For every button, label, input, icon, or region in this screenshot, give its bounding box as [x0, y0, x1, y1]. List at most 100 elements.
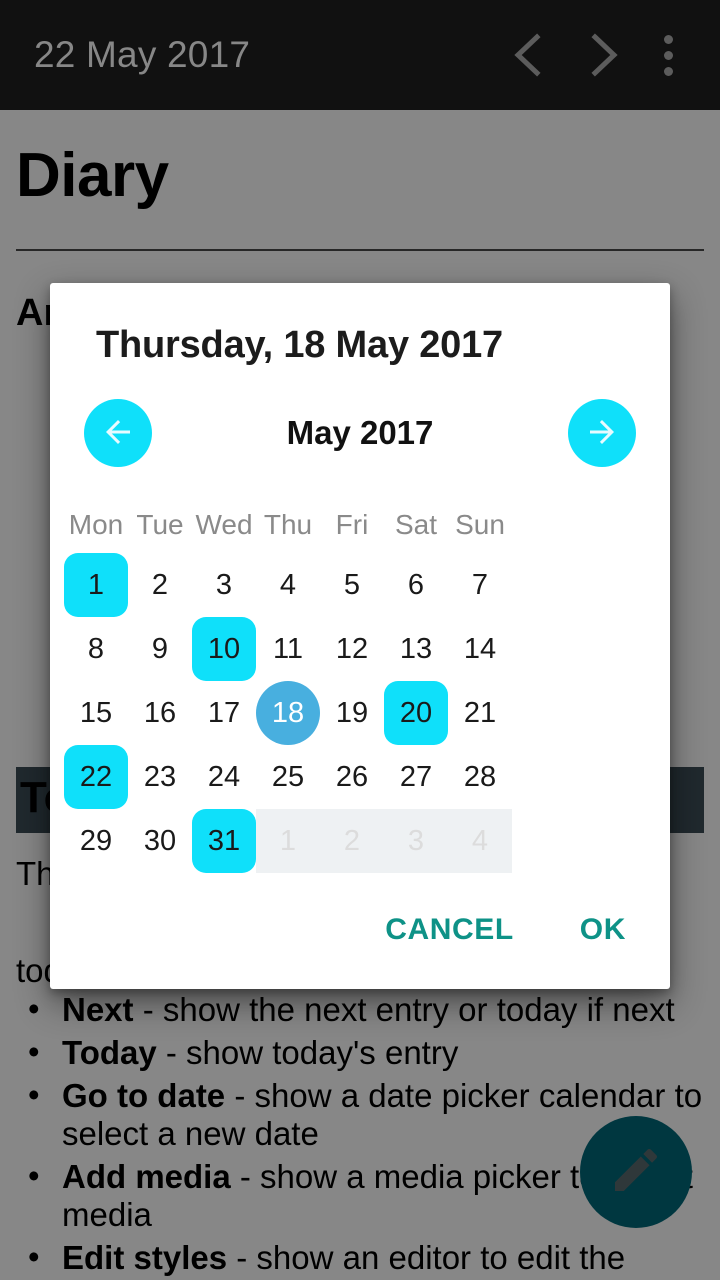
- day-cell[interactable]: 20: [384, 681, 448, 745]
- date-picker-title: Thursday, 18 May 2017: [96, 324, 503, 366]
- day-label: 27: [399, 760, 433, 793]
- day-cell[interactable]: 24: [192, 745, 256, 809]
- day-cell[interactable]: 10: [192, 617, 256, 681]
- day-label: 13: [399, 632, 433, 665]
- day-cell[interactable]: 12: [320, 617, 384, 681]
- day-label: 4: [279, 568, 297, 601]
- day-cell[interactable]: 25: [256, 745, 320, 809]
- day-cell[interactable]: 2: [320, 809, 384, 873]
- day-label: 11: [272, 632, 304, 665]
- day-label: 25: [271, 760, 305, 793]
- weekday-label: Tue: [136, 509, 184, 540]
- weekday-label: Thu: [263, 509, 313, 540]
- day-cell[interactable]: 18: [256, 681, 320, 745]
- day-cell[interactable]: 4: [256, 553, 320, 617]
- day-cell[interactable]: 13: [384, 617, 448, 681]
- day-cell[interactable]: 9: [128, 617, 192, 681]
- calendar-grid: Mon Tue Wed Thu Fri Sat Sun 1 2 3 4 5 6 …: [50, 497, 670, 873]
- current-month-label: May 2017: [286, 414, 434, 451]
- day-label: 12: [335, 632, 369, 665]
- calendar-week-row: 29 30 31 1 2 3 4: [64, 809, 656, 873]
- day-label: 10: [192, 617, 256, 681]
- day-cell[interactable]: 30: [128, 809, 192, 873]
- day-cell[interactable]: 2: [128, 553, 192, 617]
- cancel-button[interactable]: CANCEL: [381, 907, 518, 953]
- weekday-label: Sun: [455, 509, 505, 540]
- day-cell[interactable]: 17: [192, 681, 256, 745]
- ok-button[interactable]: OK: [576, 907, 630, 953]
- month-navigation-bar: May 2017: [50, 367, 670, 467]
- day-cell[interactable]: 6: [384, 553, 448, 617]
- day-label: 1: [64, 553, 128, 617]
- weekday-label: Fri: [335, 509, 369, 540]
- day-cell[interactable]: 23: [128, 745, 192, 809]
- day-cell[interactable]: 4: [448, 809, 512, 873]
- next-month-button[interactable]: [568, 399, 636, 467]
- day-cell[interactable]: 31: [192, 809, 256, 873]
- previous-month-button[interactable]: [84, 399, 152, 467]
- day-label: 26: [335, 760, 369, 793]
- day-cell[interactable]: 29: [64, 809, 128, 873]
- day-cell[interactable]: 8: [64, 617, 128, 681]
- more-vertical-icon: [663, 34, 673, 44]
- day-label: 22: [64, 745, 128, 809]
- day-label: 14: [463, 632, 497, 665]
- day-label: 19: [335, 696, 369, 729]
- day-label: 1: [279, 824, 297, 857]
- more-vertical-icon: [663, 66, 673, 76]
- day-label: 4: [471, 824, 489, 857]
- day-label: 24: [207, 760, 241, 793]
- day-label: 18: [256, 681, 320, 745]
- day-label: 5: [343, 568, 361, 601]
- day-cell[interactable]: 5: [320, 553, 384, 617]
- day-cell[interactable]: 28: [448, 745, 512, 809]
- more-vertical-icon: [663, 50, 673, 60]
- day-cell[interactable]: 27: [384, 745, 448, 809]
- day-label: 29: [79, 824, 113, 857]
- calendar-week-row: 8 9 10 11 12 13 14: [64, 617, 656, 681]
- arrow-left-icon: [100, 414, 136, 453]
- weekday-label: Wed: [195, 509, 253, 540]
- day-label: 20: [384, 681, 448, 745]
- day-cell[interactable]: 19: [320, 681, 384, 745]
- day-cell[interactable]: 7: [448, 553, 512, 617]
- day-cell[interactable]: 3: [384, 809, 448, 873]
- chevron-left-icon: [510, 32, 550, 78]
- day-label: 28: [463, 760, 497, 793]
- day-cell[interactable]: 21: [448, 681, 512, 745]
- overflow-menu-button[interactable]: [638, 19, 698, 91]
- arrow-right-icon: [584, 414, 620, 453]
- weekday-header-row: Mon Tue Wed Thu Fri Sat Sun: [64, 497, 656, 553]
- phone-screen: 22 May 2017 Diary An To Th • Next - show…: [0, 0, 720, 1280]
- day-label: 31: [192, 809, 256, 873]
- day-cell[interactable]: 1: [64, 553, 128, 617]
- day-label: 21: [463, 696, 497, 729]
- day-label: 6: [407, 568, 425, 601]
- day-cell[interactable]: 1: [256, 809, 320, 873]
- calendar-week-row: 15 16 17 18 19 20 21: [64, 681, 656, 745]
- day-cell[interactable]: 16: [128, 681, 192, 745]
- day-cell[interactable]: 11: [256, 617, 320, 681]
- weekday-label: Sat: [394, 509, 438, 540]
- day-cell[interactable]: 14: [448, 617, 512, 681]
- day-label: 9: [151, 632, 169, 665]
- day-label: 16: [143, 696, 177, 729]
- chevron-right-icon: [582, 32, 622, 78]
- app-bar-title: 22 May 2017: [34, 34, 251, 75]
- app-bar: 22 May 2017: [0, 0, 720, 110]
- day-label: 30: [143, 824, 177, 857]
- day-label: 8: [87, 632, 105, 665]
- next-entry-button[interactable]: [566, 19, 638, 91]
- dialog-actions: CANCEL OK: [50, 873, 670, 979]
- day-cell[interactable]: 3: [192, 553, 256, 617]
- day-cell[interactable]: 22: [64, 745, 128, 809]
- day-cell[interactable]: 15: [64, 681, 128, 745]
- day-label: 17: [207, 696, 241, 729]
- day-cell[interactable]: 26: [320, 745, 384, 809]
- day-label: 7: [471, 568, 489, 601]
- date-picker-dialog: Thursday, 18 May 2017 May 2017 Mon Tue W…: [50, 283, 670, 989]
- previous-entry-button[interactable]: [494, 19, 566, 91]
- weekday-label: Mon: [68, 509, 124, 540]
- day-label: 2: [343, 824, 361, 857]
- day-label: 3: [407, 824, 425, 857]
